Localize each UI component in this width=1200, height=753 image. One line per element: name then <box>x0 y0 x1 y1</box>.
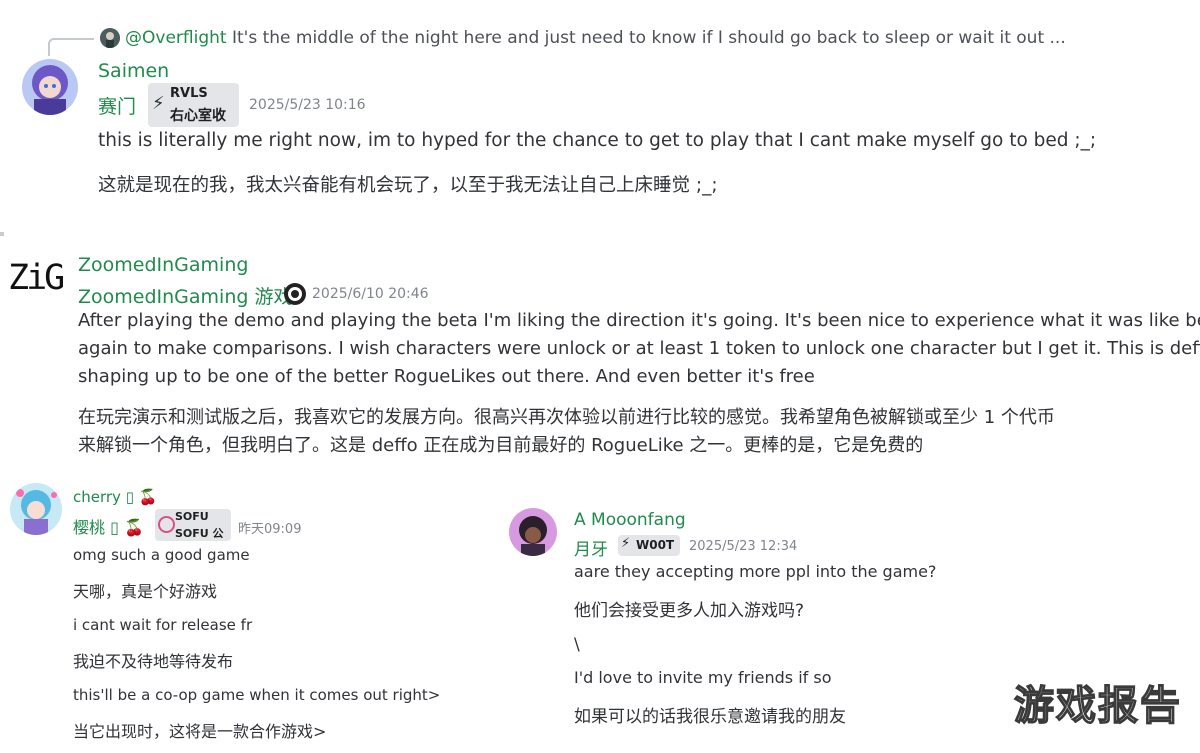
zig-logo: ZiG <box>8 258 65 298</box>
reply-username[interactable]: @Overflight <box>125 28 227 48</box>
avatar[interactable] <box>509 508 557 556</box>
clan-tag[interactable]: SOFU SOFU 公 <box>155 509 231 541</box>
saimen-avatar-icon <box>22 59 78 115</box>
cherry-avatar-icon <box>10 483 62 535</box>
message-text-line: again to make comparisons. I wish charac… <box>78 338 1200 359</box>
watermark: 游戏报告 <box>1013 682 1182 729</box>
message-text: this is literally me right now, im to hy… <box>98 130 1097 151</box>
username-cn[interactable]: 赛门 <box>98 92 136 119</box>
cherry-icon: 🍒 <box>124 518 144 537</box>
clan-badge-icon <box>284 283 306 305</box>
message-text: aare they accepting more ppl into the ga… <box>574 562 937 581</box>
tag-top: SOFU <box>175 510 209 523</box>
message-text: i cant wait for release fr <box>73 616 253 634</box>
timestamp: 2025/5/23 12:34 <box>689 539 798 554</box>
badge-icon[interactable] <box>283 282 307 306</box>
mooonfang-avatar-icon <box>509 508 557 556</box>
message-text-cn: 当它出现时，这将是一款合作游戏> <box>73 722 327 741</box>
username-text[interactable]: cherry ▯ <box>73 488 134 506</box>
reply-avatar-icon <box>100 28 120 48</box>
message-text-cn: 天哪，真是个好游戏 <box>73 582 218 601</box>
tag-emblem-icon <box>158 516 175 533</box>
message-text-cn-line: 在玩完演示和测试版之后，我喜欢它的发展方向。很高兴再次体验以前进行比较的感觉。我… <box>78 407 1055 428</box>
message-text-backslash: \ <box>574 635 580 655</box>
timestamp: 2025/5/23 10:16 <box>249 97 366 113</box>
timestamp: 昨天09:09 <box>238 522 302 537</box>
cherry-icon: 🍒 <box>138 488 158 506</box>
username[interactable]: cherry ▯ 🍒 <box>73 488 157 506</box>
tag-bottom: 右心室收 <box>170 108 226 124</box>
message-text-cn: 如果可以的话我很乐意邀请我的朋友 <box>574 707 846 727</box>
avatar[interactable] <box>10 483 62 535</box>
tag-bottom: SOFU 公 <box>175 527 224 540</box>
message-text-line: shaping up to be one of the better Rogue… <box>78 366 815 387</box>
username[interactable]: ZoomedInGaming <box>78 254 248 276</box>
reply-preview[interactable]: @Overflight It's the middle of the night… <box>125 28 1066 48</box>
tag-top: RVLS <box>170 86 208 101</box>
username-cn[interactable]: 樱桃 ▯ 🍒 <box>73 514 144 538</box>
message-text-cn: 他们会接受更多人加入游戏吗? <box>574 601 805 621</box>
reply-text: It's the middle of the night here and ju… <box>231 28 1066 48</box>
message-text: this'll be a co-op game when it comes ou… <box>73 686 441 704</box>
reply-avatar[interactable] <box>100 28 120 48</box>
clan-tag[interactable]: ⚡ RVLS 右心室收 <box>148 83 239 127</box>
message-text-cn: 我迫不及待地等待发布 <box>73 652 234 671</box>
message-text: omg such a good game <box>73 546 250 564</box>
message-text-cn: 这就是现在的我，我太兴奋能有机会玩了，以至于我无法让自己上床睡觉 ;_; <box>98 175 718 196</box>
clan-tag[interactable]: ⚡ W00T <box>618 535 680 556</box>
message-text-line: After playing the demo and playing the b… <box>78 310 1200 331</box>
avatar[interactable]: ZiG <box>8 258 65 304</box>
username[interactable]: Saimen <box>98 60 169 82</box>
username-cn[interactable]: 月牙 <box>574 535 608 560</box>
reply-connector <box>48 38 94 56</box>
username[interactable]: A Mooonfang <box>574 510 686 530</box>
tag-label: W00T <box>636 538 675 552</box>
avatar[interactable] <box>22 59 78 115</box>
username-cn[interactable]: ZoomedInGaming 游戏 <box>78 282 292 309</box>
divider <box>0 232 4 236</box>
timestamp: 2025/6/10 20:46 <box>312 286 429 302</box>
username-cn-text[interactable]: 樱桃 ▯ <box>73 518 119 537</box>
bolt-icon: ⚡ <box>152 93 165 114</box>
message-text-cn-line: 来解锁一个角色，但我明白了。这是 deffo 正在成为目前最好的 RogueLi… <box>78 435 924 456</box>
message-text: I'd love to invite my friends if so <box>574 668 832 687</box>
bolt-icon: ⚡ <box>621 536 631 551</box>
